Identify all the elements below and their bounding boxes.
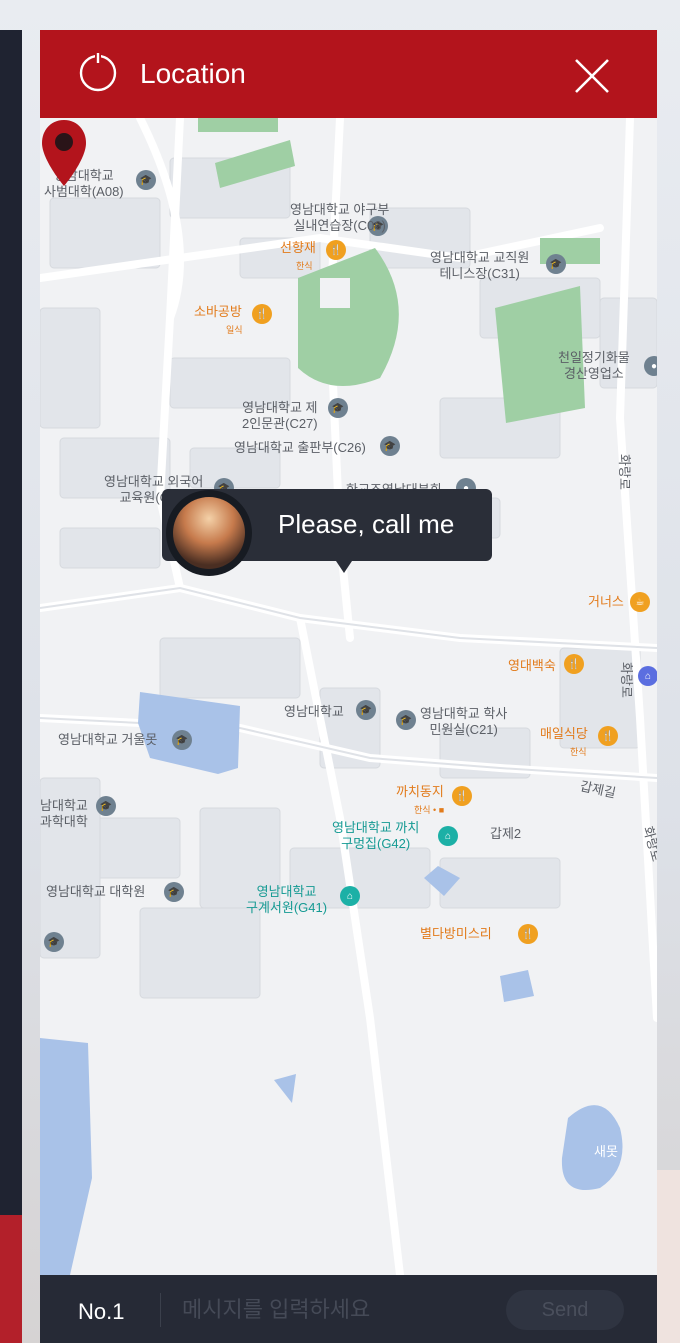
map-label-saemot: 새못 bbox=[594, 1144, 618, 1159]
cafe-icon[interactable]: ☕ bbox=[630, 592, 650, 612]
message-bar: No.1 Send bbox=[40, 1275, 657, 1343]
school-icon[interactable]: 🎓 bbox=[380, 436, 400, 456]
restaurant-icon[interactable]: 🍴 bbox=[252, 304, 272, 324]
map-label-geoul: 영남대학교 거울못 bbox=[58, 732, 158, 747]
school-icon[interactable]: 🎓 bbox=[546, 254, 566, 274]
restaurant-icon[interactable]: 🍴 bbox=[598, 726, 618, 746]
close-icon[interactable] bbox=[572, 56, 612, 96]
map-label-cheonil: 천일정기화물 경산영업소 bbox=[558, 350, 630, 381]
background-left-red-strip bbox=[0, 1215, 22, 1343]
school-icon[interactable]: 🎓 bbox=[328, 398, 348, 418]
landmark-icon[interactable]: ⌂ bbox=[438, 826, 458, 846]
landmark-icon[interactable]: ⌂ bbox=[340, 886, 360, 906]
bubble-text: Please, call me bbox=[278, 509, 455, 539]
school-icon[interactable]: 🎓 bbox=[96, 796, 116, 816]
map-label-hwarangro-2: 화랑로 bbox=[618, 662, 634, 698]
restaurant-icon[interactable]: 🍴 bbox=[564, 654, 584, 674]
message-input[interactable] bbox=[180, 1291, 504, 1329]
map-label-seonhyang-sub: 한식 bbox=[296, 261, 313, 271]
avatar-photo bbox=[173, 497, 245, 569]
restaurant-icon[interactable]: 🍴 bbox=[452, 786, 472, 806]
map-label-kkachidongji-sub: 한식 • ■ bbox=[414, 805, 445, 815]
school-icon[interactable]: 🎓 bbox=[164, 882, 184, 902]
map-label-c27: 영남대학교 제 2인문관(C27) bbox=[242, 400, 318, 431]
avatar bbox=[166, 490, 252, 576]
map-label-c26: 영남대학교 출판부(C26) bbox=[234, 440, 366, 455]
map-label-byeolda: 별다방미스리 bbox=[420, 926, 492, 941]
map-base bbox=[40, 118, 657, 1275]
school-icon[interactable]: 🎓 bbox=[136, 170, 156, 190]
map-label-sobagongbang: 소바공방 bbox=[194, 304, 242, 319]
map-view[interactable]: 🎓 🎓 🍴 🎓 🍴 ● 🎓 🎓 🎓 ● ☕ 🍴 ⌂ 🎓 🎓 🍴 🎓 🍴 🎓 ⌂ … bbox=[40, 118, 657, 1275]
restaurant-icon[interactable]: 🍴 bbox=[326, 240, 346, 260]
school-icon[interactable]: 🎓 bbox=[44, 932, 64, 952]
restaurant-icon[interactable]: 🍴 bbox=[518, 924, 538, 944]
map-label-c31: 영남대학교 교직원 테니스장(C31) bbox=[430, 250, 530, 281]
bank-icon[interactable]: ⌂ bbox=[638, 666, 657, 686]
background-left-strip bbox=[0, 30, 22, 1343]
map-label-gapje2: 갑제2 bbox=[490, 826, 522, 841]
map-label-geoneos: 거너스 bbox=[588, 594, 624, 609]
school-icon[interactable]: 🎓 bbox=[396, 710, 416, 730]
map-label-g41: 영남대학교 구계서원(G41) bbox=[246, 884, 328, 915]
sender-name: No.1 bbox=[78, 1299, 125, 1324]
divider bbox=[160, 1293, 161, 1327]
background-right-strip bbox=[656, 1170, 680, 1343]
map-label-hwarangro-1: 화랑로 bbox=[616, 454, 632, 490]
place-icon[interactable]: ● bbox=[644, 356, 657, 376]
map-label-maeil-sub: 한식 bbox=[570, 747, 587, 757]
map-label-sobagongbang-sub: 일식 bbox=[226, 325, 243, 335]
map-label-c06: 영남대학교 야구부 실내연습장(C06) bbox=[290, 202, 390, 233]
school-icon[interactable]: 🎓 bbox=[356, 700, 376, 720]
school-icon[interactable]: 🎓 bbox=[172, 730, 192, 750]
map-label-kkachidongji: 까치동지 bbox=[396, 784, 444, 799]
map-label-seonhyang: 선향재 bbox=[280, 240, 316, 255]
send-button[interactable]: Send bbox=[506, 1290, 624, 1330]
map-label-maeil: 매일식당 bbox=[540, 726, 588, 741]
map-label-grad: 영남대학교 대학원 bbox=[46, 884, 146, 899]
bubble-tail bbox=[336, 561, 352, 573]
map-label-c21: 영남대학교 학사 민원실(C21) bbox=[420, 706, 508, 737]
modal-header: Location bbox=[40, 30, 657, 118]
map-label-science: 남대학교 과학대학 bbox=[40, 798, 88, 829]
location-modal: Location 🎓 🎓 🍴 🎓 🍴 ● 🎓 🎓 🎓 ● ☕ 🍴 ⌂ 🎓 🎓 🍴… bbox=[40, 30, 657, 1343]
map-label-g42: 영남대학교 까치 구멍집(G42) bbox=[332, 820, 420, 851]
map-label-ynu: 영남대학교 bbox=[284, 704, 344, 719]
modal-title: Location bbox=[140, 58, 246, 89]
power-ring-icon bbox=[79, 53, 117, 92]
map-pin-icon[interactable] bbox=[40, 118, 88, 188]
map-label-yeongdae: 영대백숙 bbox=[508, 658, 556, 673]
